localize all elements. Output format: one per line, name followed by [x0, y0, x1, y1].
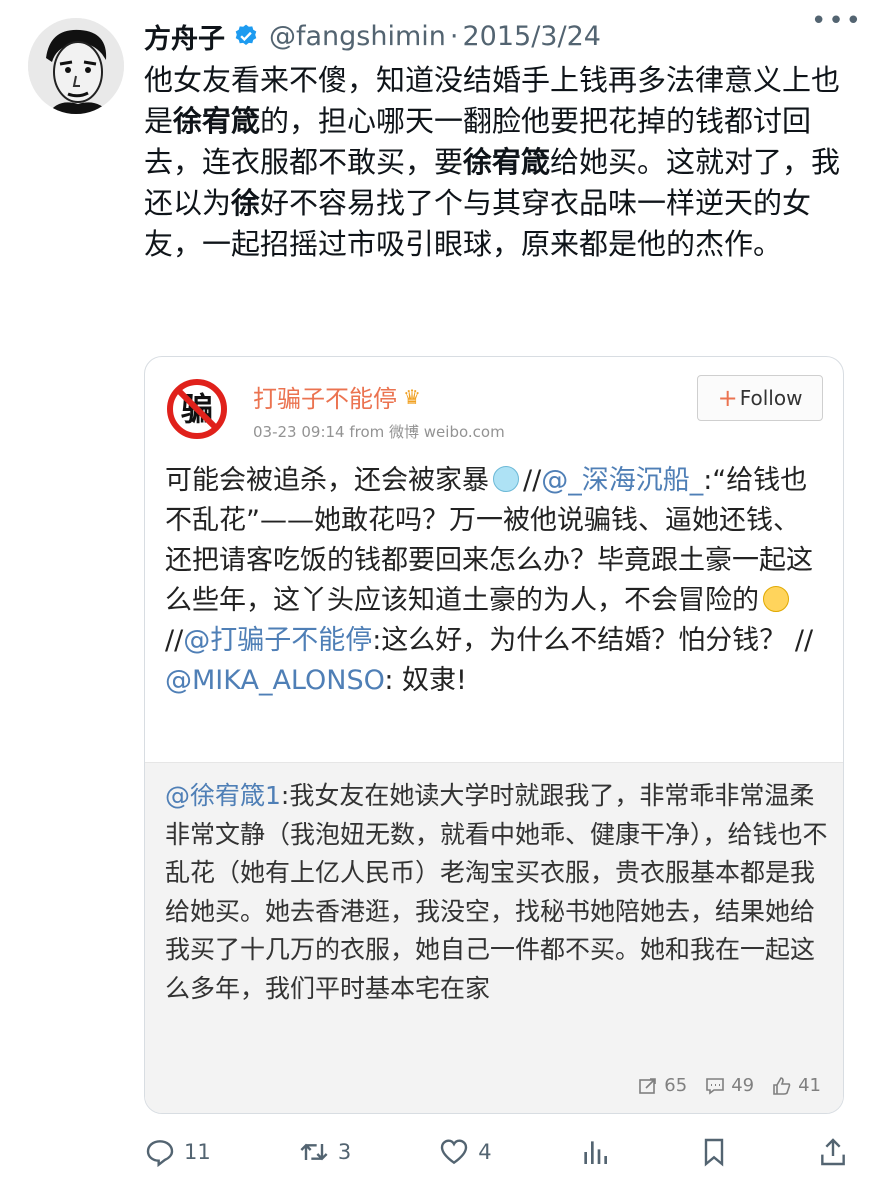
quoted-weibo-post[interactable]: @徐宥箴1:我女友在她读大学时就跟我了，非常乖非常温柔非常文静（我泡妞无数，就看…	[145, 762, 843, 1113]
follow-label: Follow	[739, 386, 803, 410]
weibo-stats: 65 49 41	[638, 1075, 821, 1096]
author-handle[interactable]: @fangshimin	[269, 21, 446, 52]
weibo-username-text: 打骗子不能停	[253, 385, 397, 413]
comment-count: 49	[731, 1075, 755, 1096]
reply-icon	[146, 1140, 174, 1168]
tweet-text: 他女友看来不傻，知道没结婚手上钱再多法律意义上也是徐宥箴的，担心哪天一翻脸他要把…	[144, 60, 850, 265]
author-portrait-image	[28, 18, 124, 114]
analytics-icon	[584, 1141, 607, 1164]
weibo-username[interactable]: 打骗子不能停 ♛	[253, 379, 421, 414]
reply-count: 11	[184, 1140, 211, 1164]
quoted-text-body: :我女友在她读大学时就跟我了，非常乖非常温柔非常文静（我泡妞无数，就看中她乖、健…	[165, 781, 828, 1003]
follow-button[interactable]: + Follow	[697, 375, 823, 421]
weibo-text-segment: //	[165, 625, 184, 656]
verified-badge-icon	[235, 24, 257, 45]
author-avatar[interactable]	[28, 18, 124, 114]
sweat-emoji-icon	[493, 466, 519, 492]
weibo-screenshot-card[interactable]: 骗 打骗子不能停 ♛ 03-23 09:14 from 微博 weibo.com…	[144, 356, 844, 1114]
weibo-meta: 03-23 09:14 from 微博 weibo.com	[253, 423, 505, 441]
share-button[interactable]	[817, 1136, 849, 1168]
follow-plus-icon: +	[717, 384, 738, 412]
author-name[interactable]: 方舟子	[144, 17, 225, 56]
repost-stat[interactable]: 65	[638, 1075, 687, 1096]
weibo-avatar-no-fraud-icon: 骗	[165, 377, 229, 441]
comment-icon	[706, 1077, 724, 1095]
like-count: 4	[478, 1140, 492, 1164]
mention-link[interactable]: @_深海沉船_	[541, 465, 703, 496]
quoted-mention-link[interactable]: @徐宥箴1	[165, 781, 281, 810]
mention-link[interactable]: @MIKA_ALONSO	[165, 665, 384, 696]
retweet-icon	[300, 1143, 328, 1161]
weibo-text-segment: 可能会被追杀，还会被家暴	[165, 465, 489, 496]
tweet-date[interactable]: 2015/3/24	[463, 21, 601, 52]
comment-stat[interactable]: 49	[705, 1075, 754, 1096]
repost-count: 65	[664, 1075, 688, 1096]
tweet-actions-bar: 11 3 4	[144, 1130, 849, 1174]
mention-link[interactable]: @打骗子不能停	[183, 625, 372, 656]
thinking-emoji-icon	[763, 586, 789, 612]
repost-icon	[639, 1077, 657, 1094]
like-button[interactable]: 4	[438, 1136, 492, 1168]
header-separator: ·	[449, 20, 459, 52]
reply-button[interactable]: 11	[144, 1136, 211, 1168]
quoted-post-text: @徐宥箴1:我女友在她读大学时就跟我了，非常乖非常温柔非常文静（我泡妞无数，就看…	[165, 777, 830, 1008]
weibo-text-segment: : 奴隶!	[384, 665, 467, 696]
weibo-text-segment: :这么好，为什么不结婚？怕分钱？ //	[372, 625, 814, 656]
bookmark-button[interactable]	[698, 1136, 730, 1168]
share-icon	[821, 1138, 845, 1166]
tweet-text-bold: 徐宥箴	[463, 145, 551, 179]
thumbs-up-icon	[773, 1076, 791, 1095]
weibo-text-segment: //	[523, 465, 542, 496]
bookmark-icon	[704, 1138, 724, 1167]
tweet-text-bold: 徐宥箴	[173, 104, 261, 138]
tweet-text-bold: 徐	[231, 186, 261, 220]
analytics-button[interactable]	[579, 1136, 611, 1168]
more-options-icon[interactable]: •••	[811, 6, 863, 36]
tweet-header: 方舟子 @fangshimin · 2015/3/24	[144, 14, 849, 58]
weibo-post-text: 可能会被追杀，还会被家暴//@_深海沉船_:“给钱也不乱花”——她敢花吗？万一被…	[165, 461, 825, 701]
retweet-button[interactable]: 3	[298, 1136, 351, 1168]
like-stat[interactable]: 41	[772, 1075, 821, 1096]
retweet-count: 3	[337, 1140, 352, 1164]
like-count: 41	[798, 1075, 821, 1096]
heart-icon	[441, 1139, 468, 1165]
crown-icon: ♛	[403, 384, 421, 409]
